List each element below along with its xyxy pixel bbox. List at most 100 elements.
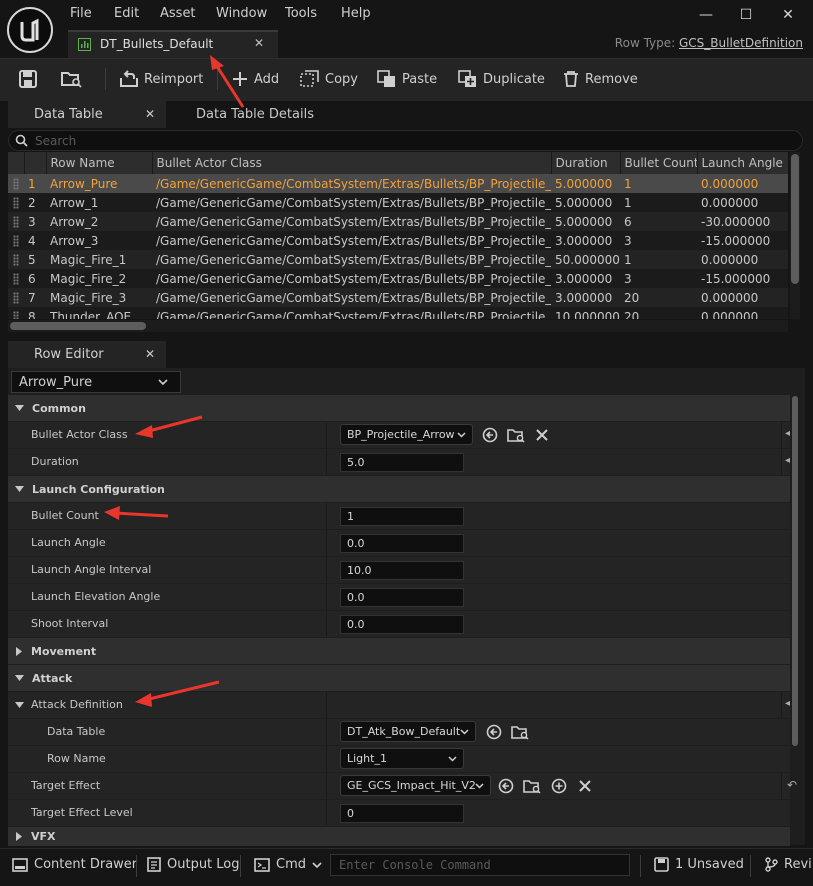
target-effect-combo[interactable]: GE_GCS_Impact_Hit_V2: [340, 775, 491, 796]
expanded-arrow-icon[interactable]: [15, 702, 24, 709]
bullet-count-field[interactable]: 1: [340, 507, 464, 526]
launch-angle-field[interactable]: 0.0: [340, 534, 464, 553]
close-tab-icon[interactable]: ✕: [254, 36, 264, 50]
console-command-input[interactable]: [331, 855, 637, 875]
close-tab-icon[interactable]: ✕: [145, 107, 155, 121]
column-splitter[interactable]: [326, 449, 327, 475]
row-type-link[interactable]: GCS_BulletDefinition: [679, 36, 803, 50]
duration-field[interactable]: 5.0: [340, 453, 464, 472]
row-name-combo[interactable]: Light_1: [340, 748, 464, 769]
launch-elevation-angle-field[interactable]: 0.0: [340, 588, 464, 607]
column-header[interactable]: Row Name: [46, 152, 153, 174]
table-row[interactable]: 4 Arrow_3 /Game/GenericGame/CombatSystem…: [8, 231, 788, 250]
table-row[interactable]: 7 Magic_Fire_3 /Game/GenericGame/CombatS…: [8, 288, 788, 307]
document-tab[interactable]: DT_Bullets_Default ✕: [68, 30, 278, 58]
table-vertical-scrollbar[interactable]: [790, 152, 800, 319]
output-log-button[interactable]: Output Log: [147, 857, 240, 872]
scrollbar-thumb[interactable]: [791, 154, 799, 284]
column-splitter[interactable]: [326, 503, 327, 529]
menu-edit[interactable]: Edit: [114, 6, 139, 21]
close-window-icon[interactable]: ✕: [775, 5, 801, 25]
menu-help[interactable]: Help: [341, 6, 371, 21]
row-grip-icon[interactable]: [8, 288, 24, 307]
row-grip-icon[interactable]: [8, 193, 24, 212]
category-attack[interactable]: Attack: [8, 665, 790, 691]
search-input[interactable]: [35, 131, 735, 150]
revision-control-button[interactable]: Revi: [764, 857, 813, 872]
browse-folder-icon[interactable]: [523, 778, 541, 794]
reset-arrow-icon[interactable]: ◂: [785, 455, 790, 466]
menu-window[interactable]: Window: [216, 6, 267, 21]
unreal-logo-icon[interactable]: [7, 7, 53, 53]
row-grip-icon[interactable]: [8, 307, 24, 319]
tab-row-editor[interactable]: Row Editor ✕: [8, 341, 166, 368]
cmd-dropdown[interactable]: Cmd: [254, 857, 322, 872]
unsaved-button[interactable]: 1 Unsaved: [654, 857, 744, 872]
column-header[interactable]: Duration: [551, 152, 621, 174]
bullet-actor-class-combo[interactable]: BP_Projectile_Arrow: [340, 424, 473, 445]
minimize-icon[interactable]: —: [693, 5, 719, 25]
menu-asset[interactable]: Asset: [160, 6, 196, 21]
launch-angle-interval-field[interactable]: 10.0: [340, 561, 464, 580]
table-row[interactable]: 3 Arrow_2 /Game/GenericGame/CombatSystem…: [8, 212, 788, 231]
column-splitter[interactable]: [326, 773, 327, 799]
console-command-box[interactable]: [330, 854, 637, 876]
menu-file[interactable]: File: [70, 6, 92, 21]
table-row[interactable]: 8 Thunder_AOE /Game/GenericGame/CombatSy…: [8, 307, 788, 319]
browse-folder-icon[interactable]: [511, 724, 529, 740]
column-header[interactable]: Bullet Count: [620, 152, 698, 174]
table-horizontal-scrollbar[interactable]: [8, 320, 788, 332]
column-header[interactable]: Bullet Actor Class: [152, 152, 552, 174]
add-row-button[interactable]: Add: [231, 68, 279, 90]
tab-data-table-details[interactable]: Data Table Details: [170, 101, 330, 128]
row-grip-icon[interactable]: [8, 269, 24, 288]
column-splitter[interactable]: [326, 584, 327, 610]
content-drawer-button[interactable]: Content Drawer: [12, 857, 137, 872]
reimport-button[interactable]: Reimport: [119, 68, 203, 90]
use-selected-arrow-icon[interactable]: [482, 427, 498, 443]
table-row[interactable]: 6 Magic_Fire_2 /Game/GenericGame/CombatS…: [8, 269, 788, 288]
browse-button[interactable]: [61, 68, 83, 90]
row-select-dropdown[interactable]: Arrow_Pure: [11, 371, 181, 393]
row-grip-icon[interactable]: [8, 250, 24, 269]
table-row[interactable]: 2 Arrow_1 /Game/GenericGame/CombatSystem…: [8, 193, 788, 212]
column-splitter[interactable]: [326, 692, 327, 718]
close-tab-icon[interactable]: ✕: [145, 347, 155, 361]
row-editor-scrollbar[interactable]: [792, 396, 800, 836]
clear-x-icon[interactable]: [578, 778, 592, 794]
column-splitter[interactable]: [326, 530, 327, 556]
row-grip-icon[interactable]: [8, 212, 24, 231]
search-box[interactable]: [8, 130, 803, 151]
duplicate-button[interactable]: Duplicate: [458, 68, 545, 90]
column-splitter[interactable]: [326, 719, 327, 745]
tab-data-table[interactable]: Data Table ✕: [8, 101, 166, 128]
column-splitter[interactable]: [326, 557, 327, 583]
target-effect-level-field[interactable]: 0: [340, 804, 464, 823]
use-selected-arrow-icon[interactable]: [498, 778, 514, 794]
menu-tools[interactable]: Tools: [285, 6, 317, 21]
maximize-icon[interactable]: ☐: [733, 5, 759, 25]
column-splitter[interactable]: [326, 746, 327, 772]
scrollbar-thumb[interactable]: [792, 396, 798, 746]
row-grip-icon[interactable]: [8, 174, 24, 193]
attack-data-table-combo[interactable]: DT_Atk_Bow_Default: [340, 721, 476, 742]
clear-x-icon[interactable]: [535, 427, 549, 443]
paste-button[interactable]: Paste: [377, 68, 437, 90]
category-launch-configuration[interactable]: Launch Configuration: [8, 476, 790, 502]
column-splitter[interactable]: [326, 422, 327, 448]
copy-button[interactable]: Copy: [300, 68, 358, 90]
save-button[interactable]: [19, 68, 37, 90]
row-grip-icon[interactable]: [8, 231, 24, 250]
category-common[interactable]: Common: [8, 395, 790, 421]
browse-folder-icon[interactable]: [507, 427, 525, 443]
reset-arrow-icon[interactable]: ◂: [785, 428, 790, 439]
category-vfx[interactable]: VFX: [8, 827, 790, 846]
shoot-interval-field[interactable]: 0.0: [340, 615, 464, 634]
property-row[interactable]: Attack Definition ◂: [8, 692, 790, 718]
category-movement[interactable]: Movement: [8, 638, 790, 664]
remove-button[interactable]: Remove: [562, 68, 638, 90]
column-header[interactable]: Launch Angle: [697, 152, 788, 174]
use-selected-arrow-icon[interactable]: [486, 724, 502, 740]
scrollbar-thumb[interactable]: [10, 322, 146, 330]
add-circle-icon[interactable]: [551, 778, 567, 794]
